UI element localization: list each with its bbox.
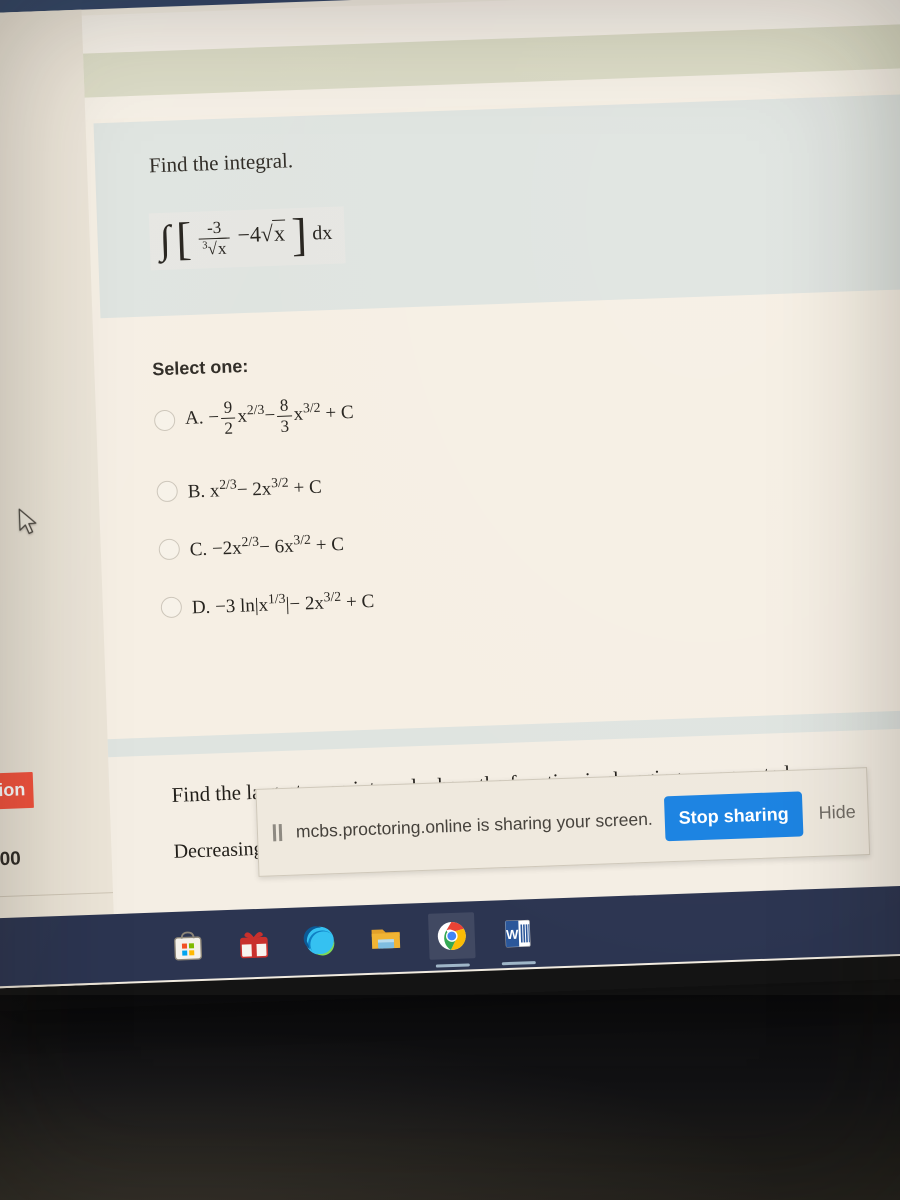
radical-sign: √ [207,238,218,259]
sqrt-radicand: x [272,219,287,247]
option-d-exp1: 1/3 [267,590,286,607]
option-a-frac2-num: 8 [279,395,289,415]
option-c-exp2: 3/2 [293,531,312,548]
option-c-expr: −2x [211,537,243,560]
desk-surface [0,995,900,1200]
option-a-fraction-2: 83 [277,395,293,436]
mouse-cursor-icon [18,508,37,535]
taskbar-item-file-explorer[interactable] [362,915,410,963]
option-d-exp2: 3/2 [323,588,342,605]
pause-icon [270,823,285,841]
answer-option-a[interactable]: A. −9 2 x2/3− 8 3 x3/2 + C [153,394,354,440]
lost-connection-badge: nection [0,771,34,811]
taskbar-item-microsoft-store[interactable] [164,922,212,970]
get-help-gift-icon [240,931,269,959]
question-1-block [93,92,900,319]
integral-sign: ∫ [158,216,172,263]
option-b-exp2: 3/2 [270,474,289,491]
sharing-message: mcbs.proctoring.online is sharing your s… [295,808,654,842]
option-a-mid-sign: − [264,404,276,427]
taskbar-item-google-chrome[interactable] [427,912,476,968]
radio-option-a[interactable] [153,409,176,432]
option-c-tail: + C [315,533,345,556]
fraction-denominator: 3√x [199,237,231,259]
microsoft-edge-icon [303,926,335,956]
integral-formula: ∫ [ -3 3√x −4√x ] dx [148,206,346,271]
differential-dx: dx [311,222,333,245]
option-a-frac2-den: 3 [280,416,290,436]
taskbar-running-indicator-word [501,961,536,966]
radio-option-c[interactable] [158,538,181,561]
taskbar-item-microsoft-edge[interactable] [296,917,344,965]
fraction-numerator: -3 [206,217,222,238]
monitor-screen: ses Academic Calen red 2.00 n nection 2.… [0,0,900,989]
sidebar-bottom-value: 2.00 [0,848,22,871]
google-chrome-icon [437,922,466,951]
option-a-exp1: 2/3 [246,401,265,418]
taskbar-running-indicator [435,963,470,968]
microsoft-word-icon: W [504,919,531,948]
svg-text:W: W [506,927,520,942]
answer-option-b-text: B. x2/3− 2x3/2 + C [187,473,322,503]
monitor-screen-rotated: ses Academic Calen red 2.00 n nection 2.… [0,0,900,1011]
taskbar-item-get-help[interactable] [230,919,278,967]
radio-option-b[interactable] [156,480,179,503]
option-d-mid: − 2x [289,592,325,615]
option-d-lead: −3 ln [214,595,256,618]
photo-of-monitor: ses Academic Calen red 2.00 n nection 2.… [0,0,900,1200]
taskbar-item-microsoft-word[interactable]: W [494,910,542,966]
option-d-tail: + C [345,590,375,613]
fraction-neg3-over-cbrt-x: -3 3√x [198,217,231,259]
option-b-exp1: 2/3 [218,476,237,493]
hide-button[interactable]: Hide [814,795,860,830]
option-a-lead-sign: − [207,406,220,429]
option-a-tail: + C [325,401,354,424]
microsoft-store-icon [174,931,203,961]
radio-option-d[interactable] [160,596,183,619]
bracket-close: ] [290,209,308,261]
coefficient-4: 4 [249,221,262,248]
option-b-tail: + C [293,476,323,499]
file-explorer-icon [371,929,401,949]
option-c-exp1: 2/3 [241,533,260,550]
nav-item-courses[interactable]: ses [0,0,17,3]
option-a-frac1-den: 2 [224,418,234,438]
option-b-mid: − 2x [236,478,272,501]
bracket-open: [ [175,213,193,265]
stop-sharing-button[interactable]: Stop sharing [663,790,804,841]
nav-item-academic-calendar[interactable]: Academic Calen [39,0,189,1]
option-d-letter: D. [191,596,211,619]
option-b-letter: B. [187,480,206,503]
option-c-letter: C. [189,538,208,561]
option-a-exp2: 3/2 [302,399,321,416]
question-1-title: Find the integral. [148,148,294,178]
radicand: x [216,237,228,258]
answer-option-a-text: A. −9 2 x2/3− 8 3 x3/2 + C [184,394,354,439]
option-c-mid: − 6x [258,535,294,558]
option-a-frac1-num: 9 [223,397,233,417]
option-a-fraction-1: 92 [220,397,236,438]
option-a-letter: A. [184,407,204,429]
select-one-label: Select one: [151,355,249,380]
